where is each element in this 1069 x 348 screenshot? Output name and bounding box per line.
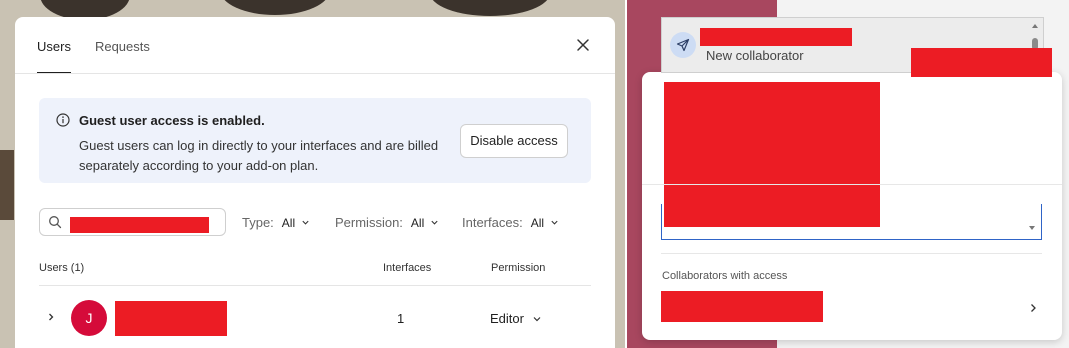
info-icon [56, 113, 70, 127]
permission-filter[interactable]: Permission: All [335, 215, 439, 230]
background-shape [0, 150, 14, 220]
chevron-right-icon [1031, 304, 1036, 312]
redacted-user-name [115, 301, 227, 336]
redacted-collaborator [661, 291, 823, 322]
share-panel: Collaborators with access [642, 72, 1062, 340]
filter-label: Type: [242, 215, 274, 230]
chevron-right-icon[interactable] [46, 312, 56, 322]
background-shape [220, 0, 330, 15]
disable-access-button[interactable]: Disable access [460, 124, 568, 158]
search-icon [49, 216, 62, 229]
share-dialog: Users Requests Guest user access is enab… [15, 17, 615, 348]
divider [39, 285, 591, 286]
redacted-content [911, 48, 1052, 77]
scroll-down-icon[interactable] [1028, 224, 1036, 232]
divider [642, 184, 1062, 185]
chevron-down-icon [551, 220, 558, 225]
background-shape [430, 0, 550, 16]
banner-title: Guest user access is enabled. [79, 113, 265, 128]
collaborator-row[interactable] [661, 291, 1042, 323]
permission-value: Editor [490, 311, 524, 326]
permission-dropdown[interactable]: Editor [490, 311, 542, 326]
interfaces-filter[interactable]: Interfaces: All [462, 215, 559, 230]
divider [661, 253, 1042, 254]
collaborators-section-label: Collaborators with access [662, 270, 788, 282]
avatar: J [71, 300, 107, 336]
chevron-down-icon [431, 220, 438, 225]
redacted-suggestion [700, 28, 852, 46]
collaborator-input[interactable] [661, 204, 1042, 240]
tab-requests[interactable]: Requests [95, 17, 150, 74]
close-icon[interactable] [573, 35, 593, 55]
interfaces-count: 1 [397, 311, 405, 326]
chevron-down-icon [533, 316, 541, 321]
filter-value: All [410, 215, 425, 230]
send-icon [676, 38, 690, 52]
filter-value: All [530, 215, 545, 230]
tab-bar: Users Requests [37, 17, 174, 74]
new-collaborator-label: New collaborator [706, 48, 804, 63]
banner-text: Guest users can log in directly to your … [79, 138, 439, 173]
search-input[interactable] [39, 208, 226, 236]
interfaces-column-header: Interfaces [383, 262, 432, 274]
type-filter[interactable]: Type: All [242, 215, 310, 230]
scroll-up-icon[interactable] [1031, 22, 1039, 30]
filter-value: All [281, 215, 296, 230]
tab-users[interactable]: Users [37, 17, 71, 74]
chevron-down-icon [302, 220, 309, 225]
filter-label: Permission: [335, 215, 403, 230]
guest-access-banner: Guest user access is enabled. Guest user… [39, 98, 591, 183]
filter-label: Interfaces: [462, 215, 523, 230]
redacted-search-text [70, 217, 209, 233]
users-column-header: Users (1) [39, 262, 85, 274]
permission-column-header: Permission [491, 262, 546, 274]
divider [15, 73, 615, 74]
